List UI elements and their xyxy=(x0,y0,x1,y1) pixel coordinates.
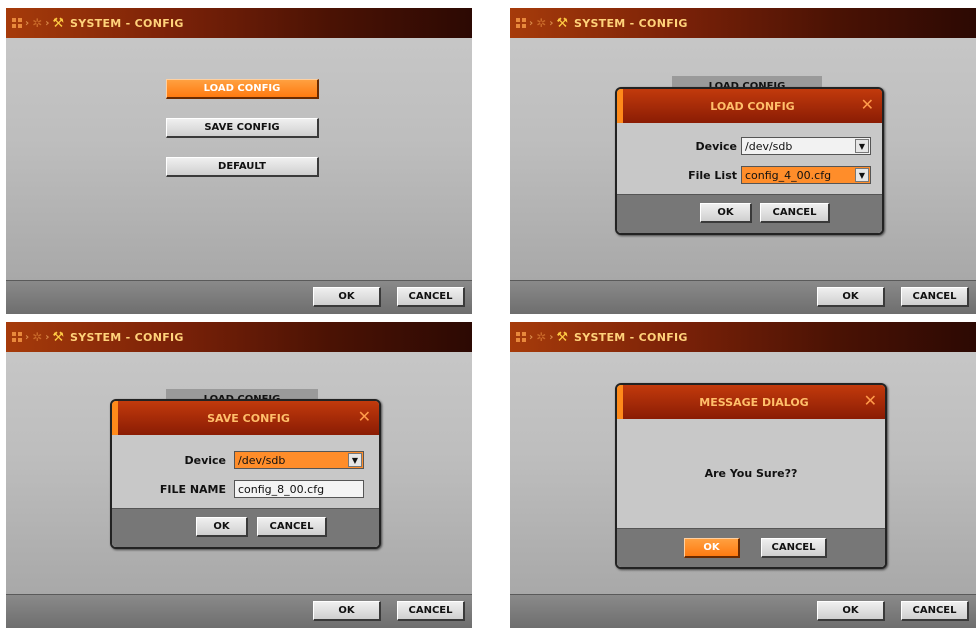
cancel-button[interactable]: CANCEL xyxy=(901,287,969,307)
bottom-bar: OK CANCEL xyxy=(6,280,472,314)
file-list-select[interactable]: config_4_00.cfg ▼ xyxy=(741,166,871,184)
default-button[interactable]: DEFAULT xyxy=(166,157,319,177)
breadcrumb: › ✲ › ⚒ xyxy=(516,16,568,31)
tools-icon: ⚒ xyxy=(52,15,64,31)
dialog-body: Are You Sure?? OK CANCEL xyxy=(617,419,885,567)
gear-icon[interactable]: ✲ xyxy=(536,330,546,344)
device-value: /dev/sdb xyxy=(238,453,286,467)
bottom-bar: OK CANCEL xyxy=(510,280,976,314)
gear-icon[interactable]: ✲ xyxy=(536,16,546,30)
page-title: SYSTEM - CONFIG xyxy=(573,16,688,30)
bottom-bar: OK CANCEL xyxy=(6,594,472,628)
menu-grid-icon[interactable] xyxy=(12,18,22,28)
device-label: Device xyxy=(184,454,226,467)
title-bar: › ✲ › ⚒ SYSTEM - CONFIG xyxy=(510,8,976,38)
chevron-right-icon: › xyxy=(25,17,30,29)
dialog-title: LOAD CONFIG xyxy=(710,99,795,113)
chevron-right-icon: › xyxy=(549,331,554,343)
close-icon[interactable]: ✕ xyxy=(358,407,371,427)
breadcrumb: › ✲ › ⚒ xyxy=(516,330,568,345)
chevron-right-icon: › xyxy=(549,17,554,29)
panel-message-dialog: › ✲ › ⚒ SYSTEM - CONFIG MESSAGE DIALOG ✕… xyxy=(510,322,976,628)
dialog-body: Device /dev/sdb ▼ FILE NAME config_8_00.… xyxy=(112,435,379,547)
dialog-ok-button[interactable]: OK xyxy=(684,538,740,558)
save-config-button[interactable]: SAVE CONFIG xyxy=(166,118,319,138)
dialog-cancel-button[interactable]: CANCEL xyxy=(760,203,830,223)
page-title: SYSTEM - CONFIG xyxy=(69,330,184,344)
dialog-footer: OK CANCEL xyxy=(617,528,885,567)
bottom-bar: OK CANCEL xyxy=(510,594,976,628)
ok-button[interactable]: OK xyxy=(313,601,381,621)
close-icon[interactable]: ✕ xyxy=(861,95,874,115)
page-title: SYSTEM - CONFIG xyxy=(573,330,688,344)
dropdown-arrow-icon[interactable]: ▼ xyxy=(855,168,869,182)
dialog-footer: OK CANCEL xyxy=(617,194,882,233)
dialog-title-bar: MESSAGE DIALOG ✕ xyxy=(617,385,885,419)
save-config-dialog: SAVE CONFIG ✕ Device /dev/sdb ▼ FILE NAM… xyxy=(110,399,381,549)
menu-grid-icon[interactable] xyxy=(516,18,526,28)
dialog-message: Are You Sure?? xyxy=(704,467,798,480)
panel-load-config: › ✲ › ⚒ SYSTEM - CONFIG LOAD CONFIG LOAD… xyxy=(510,8,976,314)
load-config-button[interactable]: LOAD CONFIG xyxy=(166,79,319,99)
breadcrumb: › ✲ › ⚒ xyxy=(12,330,64,345)
gear-icon[interactable]: ✲ xyxy=(32,16,42,30)
gear-icon[interactable]: ✲ xyxy=(32,330,42,344)
file-name-label: FILE NAME xyxy=(159,483,226,496)
dialog-ok-button[interactable]: OK xyxy=(196,517,248,537)
breadcrumb: › ✲ › ⚒ xyxy=(12,16,64,31)
page-title: SYSTEM - CONFIG xyxy=(69,16,184,30)
device-select[interactable]: /dev/sdb ▼ xyxy=(234,451,364,469)
dialog-cancel-button[interactable]: CANCEL xyxy=(761,538,827,558)
chevron-right-icon: › xyxy=(25,331,30,343)
file-list-label: File List xyxy=(688,169,737,182)
dialog-title-bar: SAVE CONFIG ✕ xyxy=(112,401,379,435)
dialog-title: SAVE CONFIG xyxy=(207,411,290,425)
ok-button[interactable]: OK xyxy=(817,601,885,621)
device-label: Device xyxy=(695,140,737,153)
ok-button[interactable]: OK xyxy=(313,287,381,307)
cancel-button[interactable]: CANCEL xyxy=(901,601,969,621)
chevron-right-icon: › xyxy=(45,331,50,343)
tools-icon: ⚒ xyxy=(52,329,64,345)
dialog-footer: OK CANCEL xyxy=(112,508,379,547)
dialog-cancel-button[interactable]: CANCEL xyxy=(257,517,327,537)
chevron-right-icon: › xyxy=(529,331,534,343)
menu-grid-icon[interactable] xyxy=(12,332,22,342)
dropdown-arrow-icon[interactable]: ▼ xyxy=(855,139,869,153)
chevron-right-icon: › xyxy=(45,17,50,29)
tools-icon: ⚒ xyxy=(556,329,568,345)
dialog-ok-button[interactable]: OK xyxy=(700,203,752,223)
message-dialog: MESSAGE DIALOG ✕ Are You Sure?? OK CANCE… xyxy=(615,383,887,569)
device-select[interactable]: /dev/sdb ▼ xyxy=(741,137,871,155)
device-value: /dev/sdb xyxy=(745,139,793,153)
dialog-title: MESSAGE DIALOG xyxy=(699,395,809,409)
panel-save-config: › ✲ › ⚒ SYSTEM - CONFIG LOAD CONFIG SAVE… xyxy=(6,322,472,628)
cancel-button[interactable]: CANCEL xyxy=(397,287,465,307)
tools-icon: ⚒ xyxy=(556,15,568,31)
file-list-value: config_4_00.cfg xyxy=(745,168,832,182)
load-config-dialog: LOAD CONFIG ✕ Device /dev/sdb ▼ File Lis… xyxy=(615,87,884,235)
panel-system-config: › ✲ › ⚒ SYSTEM - CONFIG LOAD CONFIG SAVE… xyxy=(6,8,472,314)
title-bar: › ✲ › ⚒ SYSTEM - CONFIG xyxy=(6,322,472,352)
menu-grid-icon[interactable] xyxy=(516,332,526,342)
dialog-title-bar: LOAD CONFIG ✕ xyxy=(617,89,882,123)
dropdown-arrow-icon[interactable]: ▼ xyxy=(348,453,362,467)
file-name-input[interactable]: config_8_00.cfg xyxy=(234,480,364,498)
close-icon[interactable]: ✕ xyxy=(864,391,877,411)
ok-button[interactable]: OK xyxy=(817,287,885,307)
chevron-right-icon: › xyxy=(529,17,534,29)
cancel-button[interactable]: CANCEL xyxy=(397,601,465,621)
dialog-body: Device /dev/sdb ▼ File List config_4_00.… xyxy=(617,123,882,233)
title-bar: › ✲ › ⚒ SYSTEM - CONFIG xyxy=(510,322,976,352)
title-bar: › ✲ › ⚒ SYSTEM - CONFIG xyxy=(6,8,472,38)
